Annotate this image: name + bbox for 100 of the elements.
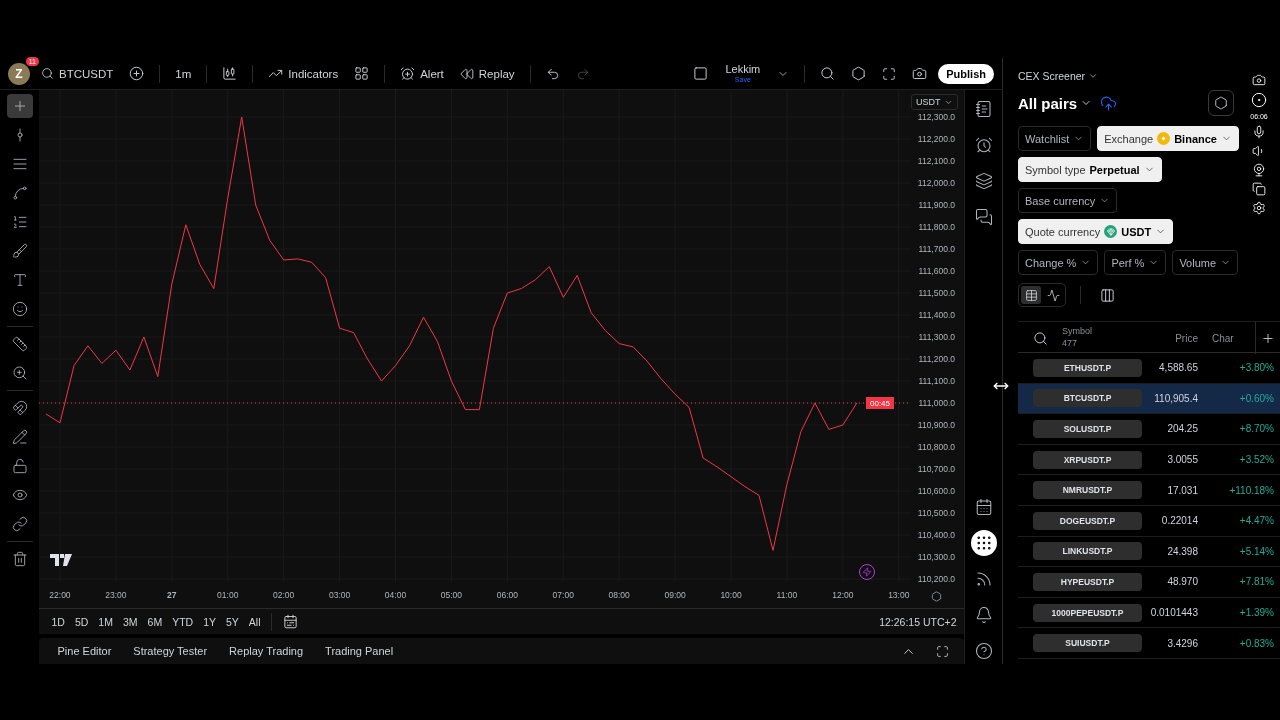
symbol-tag[interactable]: NMRUSDT.P	[1033, 481, 1142, 500]
symbol-tag[interactable]: 1000PEPEUSDT.P	[1033, 603, 1142, 622]
trash-icon	[11, 551, 28, 567]
panel-tab[interactable]: Strategy Tester	[127, 643, 214, 659]
user-avatar[interactable]: Z	[8, 62, 30, 85]
interval-button[interactable]: 1m	[170, 64, 197, 83]
settings-icon	[1214, 96, 1228, 110]
symbol-tag[interactable]: SOLUSDT.P	[1033, 420, 1142, 438]
screener-row[interactable]: SOLUSDT.P 204.25 +8.70%	[1018, 414, 1280, 445]
axis-label: 111,000.0	[918, 398, 956, 408]
publish-button[interactable]: Publish	[938, 63, 994, 84]
screener-row[interactable]: 1000PEPEUSDT.P 0.0101443 +1.39%	[1018, 597, 1280, 629]
brush-icon	[11, 243, 28, 259]
screener-row[interactable]: BTCUSDT.P 110,905.4 +0.60%	[1018, 383, 1280, 415]
currency-select[interactable]: USDT	[911, 94, 959, 110]
range-button[interactable]: 1D	[47, 613, 69, 630]
panel-tab[interactable]: Trading Panel	[319, 643, 400, 659]
drawing-tool[interactable]	[6, 94, 33, 118]
pencil-icon	[11, 429, 28, 445]
range-button[interactable]: 5Y	[222, 613, 243, 630]
screener-row[interactable]: DOGEUSDT.P 0.22014 +4.47%	[1018, 505, 1280, 537]
screener-row[interactable]: NMRUSDT.P 17.031 +110.18%	[1018, 475, 1280, 506]
magnet-icon	[11, 400, 28, 416]
calendar-icon	[974, 498, 993, 516]
symbol-tag[interactable]: DOGEUSDT.P	[1033, 511, 1142, 530]
screener-title[interactable]: CEX Screener	[1018, 70, 1280, 82]
text-icon	[11, 272, 28, 288]
axis-label: 112,300.0	[918, 112, 956, 122]
symbol-tag[interactable]: LINKUSDT.P	[1033, 542, 1142, 561]
search-icon	[820, 66, 836, 81]
alert-button[interactable]: Alert	[395, 63, 449, 84]
range-button[interactable]: 1M	[94, 613, 117, 630]
change-cell-text: +110.18%	[1228, 484, 1275, 496]
grid-icon	[354, 66, 370, 81]
chat-icon	[974, 208, 993, 226]
calendar-icon	[282, 614, 298, 629]
range-button[interactable]: YTD	[168, 613, 198, 630]
clock-text: 12:26:15 UTC+2	[879, 615, 957, 628]
filter-chip[interactable]: Perf %	[1104, 250, 1167, 275]
axis-label: 22:00	[49, 590, 72, 600]
column-header[interactable]: Price	[1142, 332, 1198, 344]
screener-row[interactable]: ETHUSDT.P 4,588.65 +3.80%	[1018, 353, 1280, 384]
axis-label: 23:00	[105, 590, 128, 600]
column-header[interactable]: Symbol	[1062, 326, 1142, 338]
screener-row[interactable]: XRPUSDT.P 3.0055 +3.52%	[1018, 444, 1280, 476]
symbol-tag[interactable]: XRPUSDT.P	[1033, 450, 1142, 469]
symbol-tag[interactable]: BTCUSDT.P	[1033, 389, 1142, 408]
axis-label: 110,300.0	[918, 552, 956, 562]
axis-label: 111,300.0	[918, 332, 956, 342]
link-icon	[11, 516, 28, 532]
screener-row[interactable]: HYPEUSDT.P 48.970 +7.81%	[1018, 567, 1280, 598]
undo-icon	[545, 66, 560, 81]
panel-tab[interactable]: Replay Trading	[223, 643, 310, 659]
screener-row[interactable]: LINKUSDT.P 24.398 +5.14%	[1018, 536, 1280, 568]
range-button[interactable]: 3M	[118, 613, 142, 630]
change-cell-text: +1.39%	[1238, 607, 1275, 619]
list-selector[interactable]: All pairs	[1018, 94, 1093, 112]
axis-label: 01:00	[217, 590, 239, 600]
fullscreen-icon	[882, 66, 897, 81]
axis-label: 110,500.0	[918, 508, 956, 518]
column-header[interactable]: Char	[1198, 322, 1256, 354]
price-cell-text: 3.4296	[1166, 637, 1198, 649]
symbol-tag[interactable]: HYPEUSDT.P	[1033, 572, 1142, 591]
curve-icon	[11, 185, 28, 201]
table-icon	[1024, 288, 1038, 302]
price-cell-text: 110,905.4	[1153, 392, 1198, 404]
indicators-button[interactable]: Indicators	[263, 63, 344, 84]
symbol-tag[interactable]: SUIUSDT.P	[1033, 634, 1142, 653]
symbol-search[interactable]: BTCUSDT	[36, 64, 119, 83]
filter-chip[interactable]: Watchlist	[1018, 126, 1092, 151]
filter-chip[interactable]: Symbol type Perpetual	[1018, 157, 1162, 182]
range-button[interactable]: 6M	[143, 613, 167, 630]
view-mode-button[interactable]	[1021, 286, 1041, 304]
axis-label: 110,200.0	[918, 574, 956, 584]
change-cell-text: +3.52%	[1238, 454, 1275, 466]
panel-tab[interactable]: Pine Editor	[51, 643, 118, 659]
range-button[interactable]: 1Y	[199, 613, 220, 630]
alarm-clock-icon	[974, 136, 993, 154]
filter-chip[interactable]: Base currency	[1018, 188, 1118, 213]
axis-label: 09:00	[664, 590, 687, 600]
settings-button[interactable]	[1208, 90, 1234, 116]
filter-chip[interactable]: Change %	[1018, 250, 1099, 275]
change-cell-text: +0.83%	[1238, 637, 1275, 649]
filter-chip[interactable]: Volume	[1172, 250, 1239, 275]
axis-label: 110,900.0	[918, 420, 956, 430]
layout-name[interactable]: Lekkim	[725, 64, 761, 75]
ruler-icon	[11, 336, 28, 352]
filter-chip[interactable]: Exchange Binance	[1097, 126, 1239, 151]
grid-dots-button[interactable]	[970, 530, 997, 556]
axis-settings-icon[interactable]	[931, 591, 943, 602]
axis-label: 07:00	[553, 590, 575, 600]
range-button[interactable]: 5D	[70, 613, 93, 630]
filter-chip[interactable]: Quote currency USDT	[1018, 219, 1174, 244]
range-button[interactable]: All	[244, 613, 265, 630]
change-cell-text: +0.60%	[1238, 392, 1275, 404]
replay-button[interactable]: Replay	[454, 63, 520, 84]
price-cell-text: 3.0055	[1166, 454, 1198, 466]
axis-label: 11:00	[777, 590, 798, 600]
symbol-tag[interactable]: ETHUSDT.P	[1033, 358, 1142, 377]
screener-row[interactable]: SUIUSDT.P 3.4296 +0.83%	[1018, 628, 1280, 659]
